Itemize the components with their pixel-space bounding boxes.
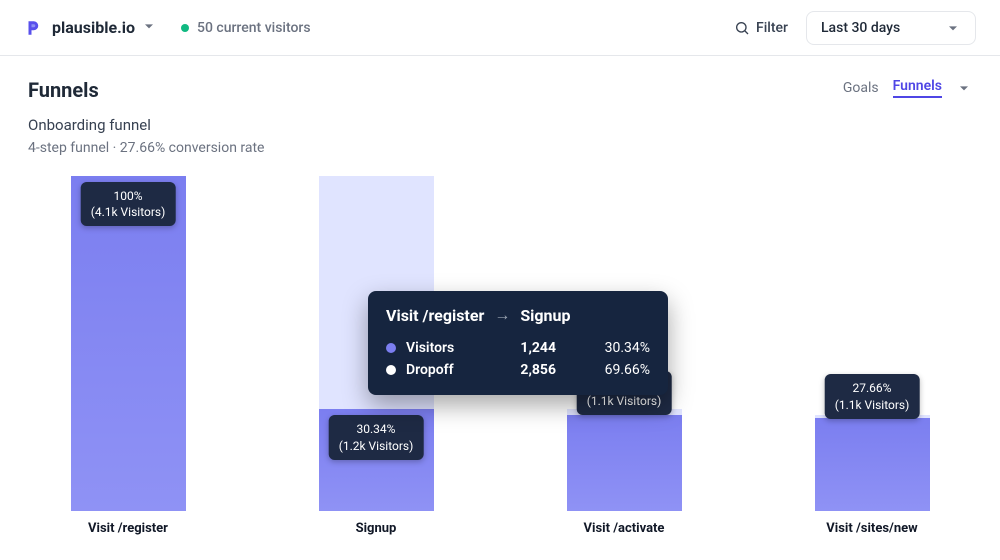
top-bar: plausible.io 50 current visitors Filter … (0, 0, 1000, 56)
filter-button[interactable]: Filter (734, 20, 788, 36)
panel-tabs: Goals Funnels (843, 78, 972, 98)
bar-x-label: Visit /activate (564, 521, 684, 536)
bar-pct: 27.66% (835, 380, 910, 396)
bar-visitors: (4.1k Visitors) (91, 204, 166, 220)
tooltip-from: Visit /register (386, 306, 484, 325)
site-name[interactable]: plausible.io (52, 18, 135, 37)
bar-visitors: (1.1k Visitors) (587, 393, 662, 409)
tooltip-to: Signup (520, 306, 570, 325)
visitors-dot-icon (386, 343, 396, 353)
bar-visitors: (1.2k Visitors) (339, 438, 414, 454)
funnel-bar[interactable]: 27.66%(1.1k Visitors) (812, 176, 932, 511)
search-icon (734, 20, 750, 36)
arrow-right-icon: → (494, 305, 510, 325)
bar-badge: 30.34%(1.2k Visitors) (329, 415, 424, 459)
current-visitors-text: 50 current visitors (197, 20, 311, 36)
live-dot-icon (181, 24, 189, 32)
current-visitors[interactable]: 50 current visitors (181, 20, 311, 36)
tab-goals[interactable]: Goals (843, 80, 879, 96)
panel-header: Funnels Onboarding funnel 4-step funnel … (28, 78, 972, 156)
tooltip-dropoff-label: Dropoff (406, 362, 486, 378)
chevron-down-icon[interactable] (956, 80, 972, 96)
tooltip-dropoff-value: 2,856 (496, 362, 556, 378)
funnels-panel: Funnels Onboarding funnel 4-step funnel … (0, 56, 1000, 541)
site-switcher-chevron-icon[interactable] (141, 18, 157, 38)
funnel-summary: 4-step funnel · 27.66% conversion rate (28, 140, 264, 156)
tooltip-visitors-label: Visitors (406, 340, 486, 356)
tab-funnels[interactable]: Funnels (893, 78, 942, 98)
bar-x-label: Signup (316, 521, 436, 536)
logo-icon (24, 19, 42, 37)
bar-pct: 100% (91, 188, 166, 204)
date-range-label: Last 30 days (821, 20, 900, 36)
filter-label: Filter (756, 20, 788, 36)
bar-pct: 30.34% (339, 421, 414, 437)
bar-visitors: (1.1k Visitors) (835, 397, 910, 413)
dropoff-dot-icon (386, 365, 396, 375)
panel-title: Funnels (28, 78, 264, 102)
bar-badge: 100%(4.1k Visitors) (81, 182, 176, 226)
bar-x-label: Visit /sites/new (812, 521, 932, 536)
funnel-chart: 100%(4.1k Visitors)30.34%(1.2k Visitors)… (28, 176, 972, 541)
tooltip-visitors-pct: 30.34% (566, 340, 650, 356)
chevron-down-icon (945, 20, 961, 36)
tooltip-dropoff-pct: 69.66% (566, 362, 650, 378)
date-range-picker[interactable]: Last 30 days (806, 11, 976, 45)
bar-badge: 27.66%(1.1k Visitors) (825, 374, 920, 418)
tooltip-visitors-value: 1,244 (496, 340, 556, 356)
funnel-bar[interactable]: 100%(4.1k Visitors) (68, 176, 188, 511)
bar-x-label: Visit /register (68, 521, 188, 536)
funnel-step-tooltip: Visit /register → Signup Visitors 1,244 … (368, 291, 668, 395)
funnel-name: Onboarding funnel (28, 116, 264, 134)
